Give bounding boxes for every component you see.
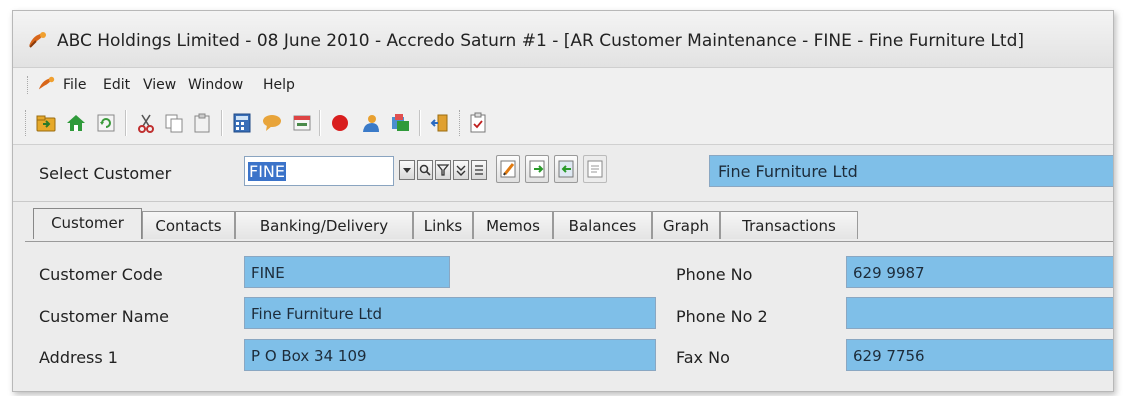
menu-view[interactable]: View <box>143 77 176 93</box>
address-1-field[interactable]: P O Box 34 109 <box>244 339 656 371</box>
address-1-label: Address 1 <box>39 348 118 367</box>
tab-graph[interactable]: Graph <box>652 211 720 239</box>
edit-button[interactable] <box>471 160 487 180</box>
app-menu-icon[interactable] <box>37 75 57 93</box>
calculator-icon[interactable] <box>231 112 253 134</box>
tab-customer[interactable]: Customer <box>33 208 142 239</box>
chat-icon[interactable] <box>261 112 283 134</box>
customer-name-display-value: Fine Furniture Ltd <box>718 162 858 181</box>
menu-window[interactable]: Window <box>188 77 243 93</box>
application-window: ABC Holdings Limited - 08 June 2010 - Ac… <box>12 10 1114 392</box>
window-title: ABC Holdings Limited - 08 June 2010 - Ac… <box>57 31 1024 51</box>
stack-icon[interactable] <box>389 112 411 134</box>
address-1-field-value: P O Box 34 109 <box>251 347 367 365</box>
search-icon <box>419 164 431 176</box>
cut-icon[interactable] <box>135 112 157 134</box>
tab-balances[interactable]: Balances <box>553 211 652 239</box>
toolbar-separator <box>419 110 421 136</box>
phone-no-field[interactable]: 629 9987 <box>846 256 1113 288</box>
customer-name-field-value: Fine Furniture Ltd <box>251 305 383 323</box>
home-icon[interactable] <box>65 112 87 134</box>
select-customer-label: Select Customer <box>39 164 172 183</box>
tab-links[interactable]: Links <box>413 211 473 239</box>
menu-bar: File Edit View Window Help <box>13 68 1113 102</box>
phone-no-2-label: Phone No 2 <box>676 307 768 326</box>
fax-no-field-value: 629 7756 <box>853 347 925 365</box>
note-button[interactable] <box>496 155 520 183</box>
tab-contacts[interactable]: Contacts <box>142 211 235 239</box>
refresh-icon[interactable] <box>95 112 117 134</box>
user-icon[interactable] <box>359 112 381 134</box>
fax-no-field[interactable]: 629 7756 <box>846 339 1113 371</box>
customer-code-field[interactable]: FINE <box>244 256 450 288</box>
expand-button[interactable] <box>453 160 469 180</box>
toolbar-separator <box>459 110 460 136</box>
filter-button[interactable] <box>435 160 451 180</box>
open-folder-icon[interactable] <box>35 112 57 134</box>
customer-code-value: FINE <box>248 162 286 181</box>
tab-memos[interactable]: Memos <box>473 211 553 239</box>
exit-door-icon[interactable] <box>429 112 451 134</box>
customer-name-field[interactable]: Fine Furniture Ltd <box>244 297 656 329</box>
window-icon[interactable] <box>291 112 313 134</box>
phone-no-field-value: 629 9987 <box>853 264 925 282</box>
export-icon <box>529 160 545 178</box>
phone-no-label: Phone No <box>676 265 753 284</box>
dropdown-button[interactable] <box>399 160 415 180</box>
toolbar-grip[interactable] <box>25 110 26 136</box>
menu-help[interactable]: Help <box>263 77 295 93</box>
app-logo-icon <box>29 32 46 48</box>
tab-banking-delivery[interactable]: Banking/Delivery <box>235 211 413 239</box>
document-icon <box>587 160 603 178</box>
customer-code-label: Customer Code <box>39 265 163 284</box>
phone-no-2-field[interactable] <box>846 297 1113 329</box>
toolbar-separator <box>125 110 127 136</box>
document-button[interactable] <box>583 155 607 183</box>
toolbar <box>13 102 1113 145</box>
search-button[interactable] <box>417 160 433 180</box>
dropdown-icon <box>403 168 411 173</box>
import-button[interactable] <box>554 155 578 183</box>
expand-icon <box>456 165 466 176</box>
toolbar-separator <box>221 110 223 136</box>
filter-icon <box>436 164 450 176</box>
stop-icon[interactable] <box>329 112 351 134</box>
edit-icon <box>475 165 483 175</box>
toolbar-separator <box>319 110 321 136</box>
tab-transactions[interactable]: Transactions <box>720 211 858 239</box>
menu-grip[interactable] <box>27 76 31 94</box>
fax-no-label: Fax No <box>676 348 730 367</box>
customer-name-label: Customer Name <box>39 307 170 326</box>
customer-name-display: Fine Furniture Ltd <box>709 155 1113 187</box>
checklist-icon[interactable] <box>467 112 489 134</box>
tab-divider <box>25 241 1113 242</box>
copy-icon[interactable] <box>163 112 185 134</box>
export-button[interactable] <box>525 155 549 183</box>
paste-icon[interactable] <box>191 112 213 134</box>
note-icon <box>500 160 516 178</box>
title-bar[interactable]: ABC Holdings Limited - 08 June 2010 - Ac… <box>13 11 1113 68</box>
customer-code-input[interactable]: FINE <box>244 156 394 186</box>
customer-code-field-value: FINE <box>251 264 285 282</box>
import-icon <box>558 160 574 178</box>
select-customer-bar: Select Customer FINE Fine Furniture Ltd <box>13 145 1113 202</box>
menu-edit[interactable]: Edit <box>103 77 130 93</box>
menu-file[interactable]: File <box>63 77 86 93</box>
